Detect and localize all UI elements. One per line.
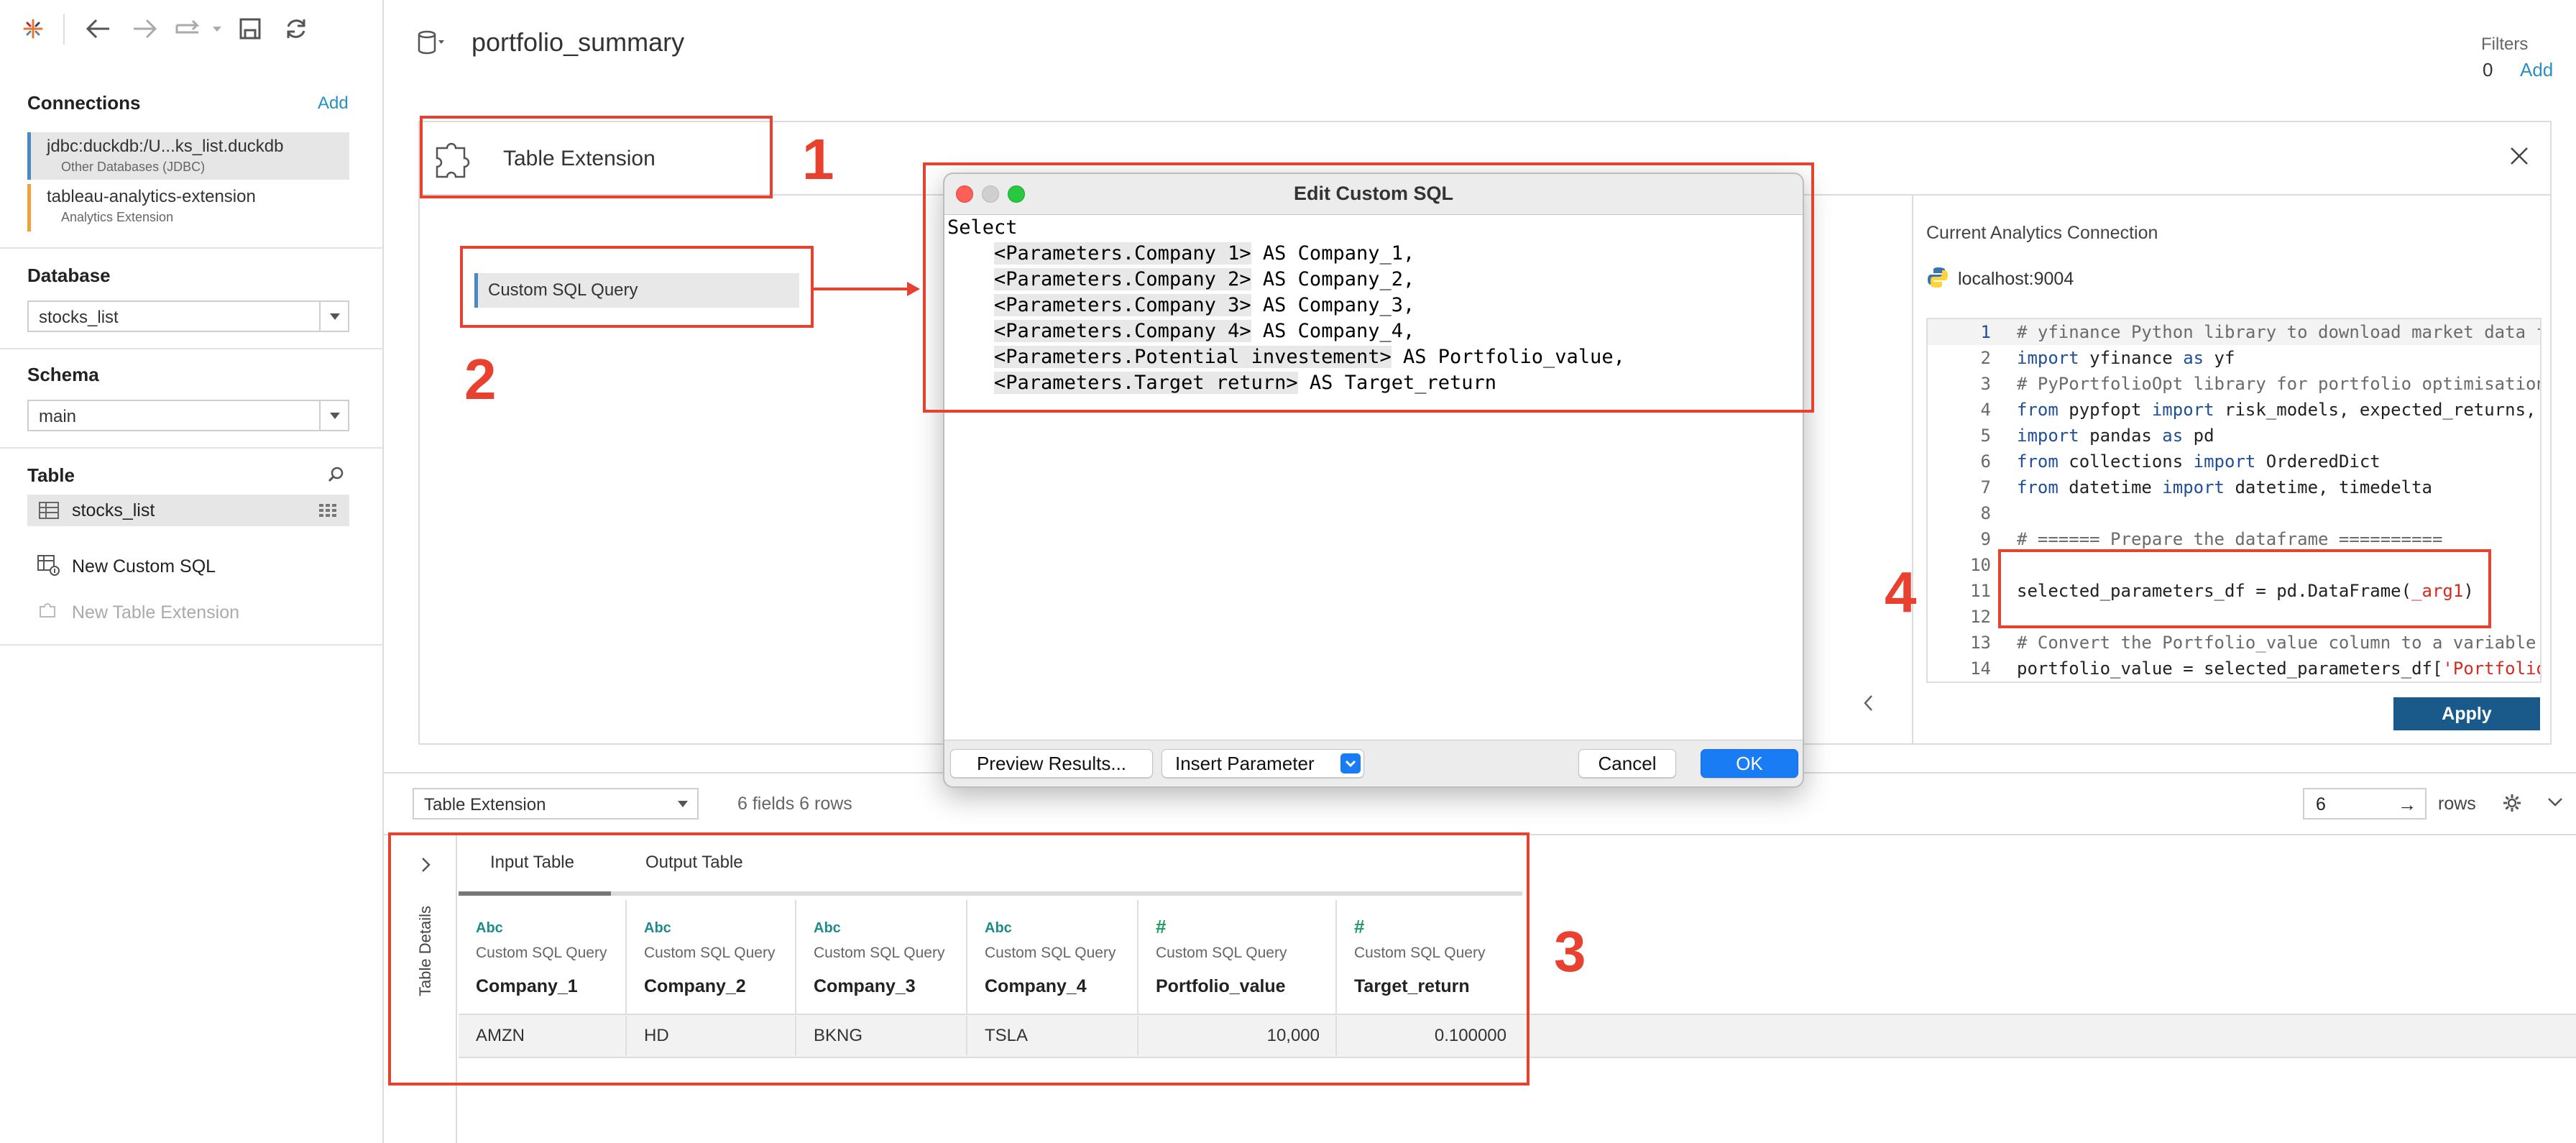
database-heading: Database [27, 265, 111, 286]
chevron-down-icon [668, 789, 697, 818]
rows-label: rows [2438, 794, 2476, 814]
annotation-box-1 [420, 116, 773, 198]
chevron-down-icon [319, 401, 348, 430]
forward-icon[interactable] [129, 13, 161, 45]
table-heading: Table [27, 464, 75, 486]
ok-button[interactable]: OK [1701, 749, 1798, 778]
data-source-sidebar: Connections Add jdbc:duckdb:/U...ks_list… [0, 0, 384, 1143]
rows-input[interactable]: 6 → [2303, 788, 2426, 820]
analytics-divider [1912, 196, 1913, 743]
code-line: 8 [1980, 503, 1991, 523]
connection-item-jdbc[interactable]: jdbc:duckdb:/U...ks_list.duckdb Other Da… [27, 132, 349, 180]
annotation-number-4: 4 [1885, 560, 1917, 624]
code-line: 3 # PyPortfolioOpt library for portfolio … [1980, 374, 2542, 394]
page-title[interactable]: portfolio_summary [472, 27, 684, 58]
annotation-box-4 [1998, 549, 2491, 628]
annotation-box-3 [388, 832, 1530, 1085]
analytics-host: localhost:9004 [1958, 269, 2074, 289]
table-search-icon[interactable] [328, 466, 345, 487]
save-icon[interactable] [234, 13, 266, 45]
close-icon[interactable] [2508, 145, 2530, 170]
connections-heading: Connections [27, 92, 141, 114]
insert-parameter-select[interactable]: Insert Parameter [1162, 749, 1364, 778]
database-select[interactable]: stocks_list [27, 300, 349, 332]
collapse-chevron-icon[interactable] [1862, 693, 1876, 717]
new-table-extension-link[interactable]: New Table Extension [72, 602, 239, 623]
cancel-button[interactable]: Cancel [1578, 749, 1676, 778]
chevron-down-icon[interactable] [2547, 797, 2563, 812]
annotation-number-2: 2 [464, 347, 497, 411]
annotation-number-1: 1 [802, 127, 834, 191]
annotation-box-2 [460, 246, 814, 328]
custom-sql-icon [37, 555, 60, 580]
code-line: 9 # ====== Prepare the dataframe ========… [1980, 529, 2443, 549]
annotation-number-3: 3 [1554, 919, 1586, 983]
table-extension-value: Table Extension [424, 795, 546, 814]
apply-button[interactable]: Apply [2393, 697, 2540, 730]
rows-value: 6 [2316, 794, 2326, 814]
python-icon [1926, 266, 1949, 293]
chevron-down-icon [319, 302, 348, 331]
refresh-icon[interactable] [280, 13, 312, 45]
annotation-box-dialog [923, 162, 1814, 413]
tableau-logo-icon[interactable] [17, 13, 49, 45]
code-line: 1 # yfinance Python library to download m… [1980, 322, 2540, 342]
analytics-connection-label: Current Analytics Connection [1926, 223, 2158, 243]
add-connection-link[interactable]: Add [318, 93, 349, 114]
annotation-arrow-line [812, 288, 913, 290]
filters-count: 0 [2483, 59, 2493, 81]
sidebar-divider [0, 447, 382, 449]
code-line: 5 import pandas as pd [1980, 426, 2214, 446]
schema-value: main [39, 407, 77, 426]
code-line: 13 # Convert the Portfolio_value column t… [1970, 633, 2536, 653]
datasource-icon[interactable] [417, 30, 446, 60]
table-extension-select[interactable]: Table Extension [413, 788, 699, 820]
code-line: 6 from collections import OrderedDict [1980, 451, 2380, 472]
gear-icon[interactable] [2503, 794, 2521, 816]
new-custom-sql-link[interactable]: New Custom SQL [72, 556, 216, 577]
connection-name: tableau-analytics-extension [47, 187, 256, 206]
sidebar-divider [0, 348, 382, 349]
connection-item-analytics[interactable]: tableau-analytics-extension Analytics Ex… [27, 184, 349, 231]
redo-icon[interactable] [174, 13, 224, 45]
connection-name: jdbc:duckdb:/U...ks_list.duckdb [47, 137, 284, 156]
annotation-arrowhead [907, 282, 920, 296]
code-line: 7 from datetime import datetime, timedelt… [1980, 477, 2432, 497]
schema-heading: Schema [27, 364, 99, 385]
back-icon[interactable] [82, 13, 114, 45]
code-line: 4 from pypfopt import risk_models, expect… [1980, 400, 2536, 420]
table-item-stocks-list[interactable]: stocks_list [27, 495, 349, 526]
filters-label: Filters [2481, 35, 2529, 54]
database-value: stocks_list [39, 308, 119, 327]
connection-type: Analytics Extension [61, 210, 174, 224]
sidebar-divider [0, 247, 382, 249]
table-grid-icon [39, 502, 59, 523]
chevron-down-icon [1340, 753, 1361, 774]
schema-select[interactable]: main [27, 400, 349, 431]
sidebar-divider [0, 644, 382, 646]
table-name: stocks_list [72, 500, 155, 520]
arrow-right-icon[interactable]: → [2398, 794, 2416, 816]
preview-results-button[interactable]: Preview Results... [950, 749, 1153, 778]
insert-parameter-label: Insert Parameter [1175, 753, 1315, 774]
table-extension-icon [37, 600, 60, 625]
add-filter-link[interactable]: Add [2520, 59, 2553, 81]
connection-type: Other Databases (JDBC) [61, 160, 206, 174]
code-line: 14 portfolio_value = selected_parameters_… [1970, 658, 2540, 679]
fields-rows-summary: 6 fields 6 rows [737, 794, 852, 814]
table-view-icon[interactable] [318, 502, 338, 523]
code-line: 2 import yfinance as yf [1980, 348, 2235, 368]
toolbar-divider [63, 14, 65, 45]
